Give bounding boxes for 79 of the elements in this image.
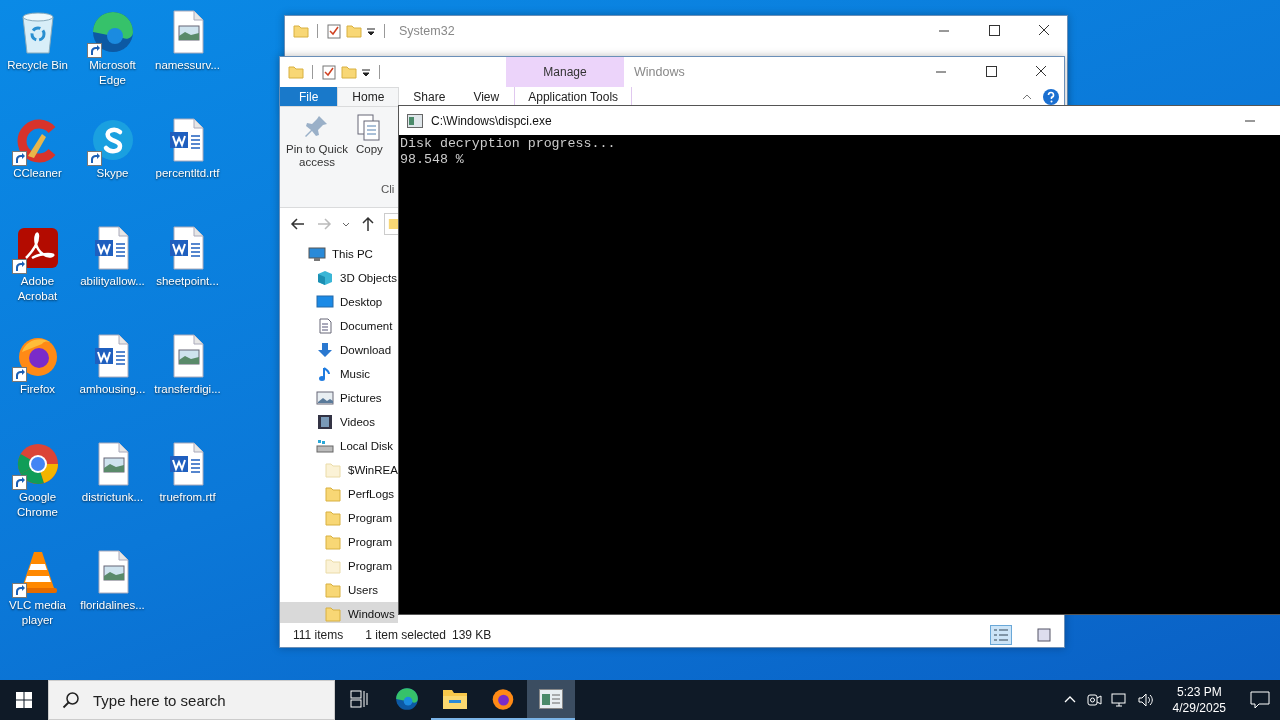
- task-view-icon: [348, 689, 370, 709]
- status-text: 139 KB: [451, 628, 492, 642]
- clock-date: 4/29/2025: [1172, 700, 1226, 716]
- tree-item[interactable]: Desktop: [280, 290, 398, 314]
- status-text: 111 items: [293, 628, 344, 642]
- tree-item[interactable]: 3D Objects: [280, 266, 398, 290]
- clock-time: 5:23 PM: [1176, 684, 1222, 700]
- ribbon-group-label: Cli: [381, 183, 395, 195]
- help-icon[interactable]: [1042, 87, 1060, 106]
- tree-item[interactable]: Music: [280, 362, 398, 386]
- cube-icon: [316, 270, 334, 286]
- ribbon-button[interactable]: Copy: [356, 113, 383, 156]
- tree-item[interactable]: Program: [280, 506, 398, 530]
- taskbar-button[interactable]: [527, 680, 575, 720]
- desktop-icon-label[interactable]: floridalines...: [80, 598, 145, 613]
- properties-icon[interactable]: [321, 64, 337, 80]
- tree-item[interactable]: Document: [280, 314, 398, 338]
- network-icon[interactable]: [1110, 692, 1129, 708]
- desktop-icon-label[interactable]: abilityallow...: [80, 274, 145, 289]
- clock[interactable]: 5:23 PM 4/29/2025: [1162, 684, 1236, 716]
- desktop-icon-label[interactable]: amhousing...: [79, 382, 146, 397]
- folder-icon: [442, 688, 468, 710]
- window-title: System32: [399, 24, 455, 38]
- window-title: C:\Windows\dispci.exe: [431, 113, 552, 128]
- document-icon: [316, 318, 334, 334]
- tree-item[interactable]: This PC: [280, 242, 398, 266]
- desktop-icon-label[interactable]: Recycle Bin: [7, 58, 68, 73]
- edge-icon: [394, 686, 420, 712]
- tree-item[interactable]: Pictures: [280, 386, 398, 410]
- console-text: Disk decryption progress...: [400, 136, 617, 152]
- tree-item[interactable]: PerfLogs: [280, 482, 398, 506]
- tree-item[interactable]: Program: [280, 530, 398, 554]
- desktop-icon-label[interactable]: CCleaner: [13, 166, 62, 181]
- tree-item[interactable]: Local Disk: [280, 434, 398, 458]
- tree-item[interactable]: Download: [280, 338, 398, 362]
- ribbon-button[interactable]: Pin to Quick access: [284, 113, 350, 169]
- desktop-icon-label[interactable]: districtunk...: [81, 490, 144, 505]
- desktop-icon-label[interactable]: namessurv...: [155, 58, 220, 73]
- properties-icon[interactable]: [326, 23, 342, 39]
- download-arrow-icon: [316, 342, 334, 358]
- ribbon-tab[interactable]: Home: [337, 87, 400, 106]
- search-icon: [62, 691, 80, 709]
- firefox-icon: [490, 686, 516, 712]
- ribbon-tab[interactable]: File: [280, 87, 338, 106]
- desktop-icon-label[interactable]: VLC media player: [0, 598, 75, 628]
- ribbon-tab[interactable]: View: [459, 87, 514, 106]
- tree-item[interactable]: Windows: [280, 602, 398, 623]
- desktop-icon-label[interactable]: Firefox: [19, 382, 56, 397]
- camera-icon[interactable]: [1084, 692, 1103, 708]
- console-icon: [407, 113, 423, 128]
- film-icon: [316, 414, 334, 430]
- console-window-icon: [539, 689, 563, 709]
- ribbon-tab[interactable]: Share: [399, 87, 460, 106]
- tree-item[interactable]: Users: [280, 578, 398, 602]
- desktop-icon-label[interactable]: truefrom.rtf: [159, 490, 216, 505]
- desktop-icon: [316, 294, 334, 310]
- console-text: 98.548 %: [400, 152, 465, 168]
- windows-logo-icon: [16, 692, 32, 708]
- search-field[interactable]: Type here to search: [48, 680, 335, 720]
- window-title: Windows: [634, 65, 685, 79]
- notification-icon[interactable]: [1250, 691, 1270, 709]
- desktop-icon-label[interactable]: Skype: [96, 166, 129, 181]
- tree-item[interactable]: Program: [280, 554, 398, 578]
- context-tab-header: Manage: [506, 57, 624, 87]
- pictures-icon: [316, 390, 334, 406]
- status-text: 1 item selected: [365, 628, 446, 642]
- copy-icon: [356, 113, 383, 143]
- desktop-icon-label[interactable]: sheetpoint...: [156, 274, 219, 289]
- computer-icon: [308, 246, 326, 262]
- large-icons-view-icon[interactable]: [1034, 625, 1054, 645]
- tree-item[interactable]: Videos: [280, 410, 398, 434]
- desktop-icon-label[interactable]: transferdigi...: [154, 382, 221, 397]
- desktop-icon-label[interactable]: Microsoft Edge: [75, 58, 150, 88]
- drive-icon: [316, 438, 334, 454]
- desktop-icon-label[interactable]: Google Chrome: [0, 490, 75, 520]
- tree-item[interactable]: $WinREA: [280, 458, 398, 482]
- speaker-icon[interactable]: [1136, 692, 1155, 708]
- desktop-icon-label[interactable]: Adobe Acrobat: [0, 274, 75, 304]
- desktop-icon-label[interactable]: percentltd.rtf: [155, 166, 220, 181]
